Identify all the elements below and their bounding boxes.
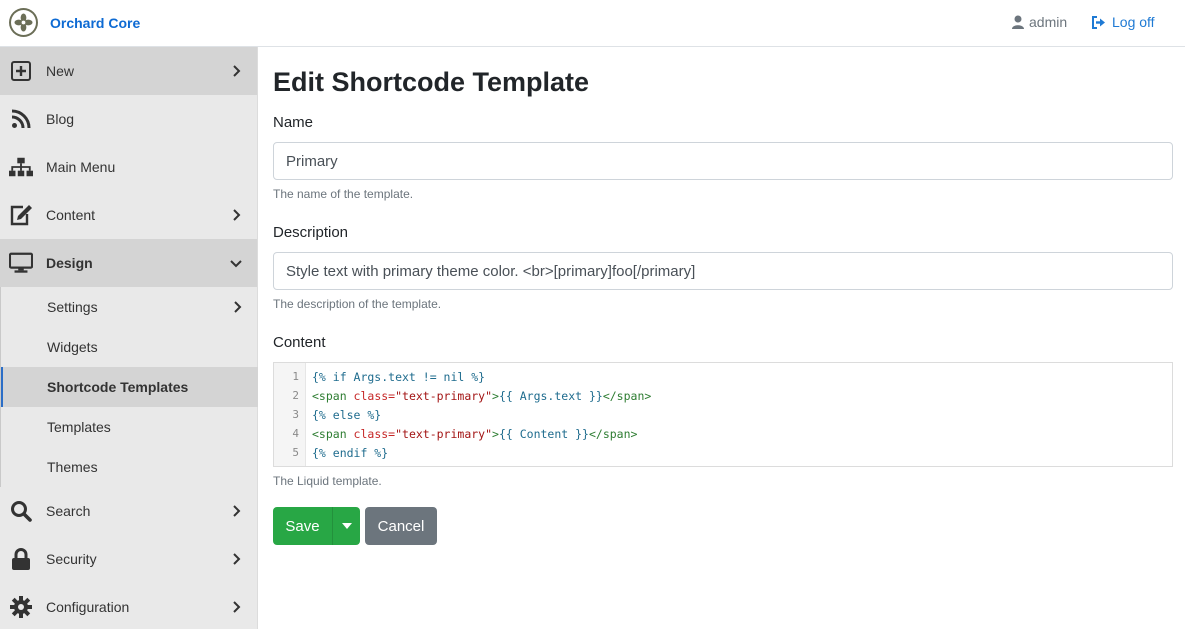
liquid-code-editor[interactable]: 1 2 3 4 5 {% if Args.text != nil %} <spa… [273, 362, 1173, 467]
code-line: {% if Args.text != nil %} [312, 370, 486, 384]
sidebar-item-blog[interactable]: Blog [0, 95, 257, 143]
sidebar-item-content[interactable]: Content [0, 191, 257, 239]
code-line: <span class="text-primary">{{ Content }}… [312, 427, 637, 441]
code-line: {% endif %} [312, 446, 389, 460]
code-token: > [492, 389, 499, 403]
code-token: > [492, 427, 499, 441]
line-number: 5 [292, 446, 299, 459]
description-label: Description [273, 224, 349, 241]
sidebar-subitem-settings[interactable]: Settings [1, 287, 258, 327]
sidebar-subitem-label: Settings [47, 299, 98, 315]
line-number: 3 [292, 408, 299, 421]
top-navbar: Orchard Core admin Log off [0, 0, 1185, 47]
chevron-right-icon [230, 505, 242, 517]
orchard-logo-icon [9, 8, 38, 37]
caret-down-icon [341, 523, 352, 529]
code-token: class= [353, 389, 396, 403]
code-token: {{ Args.text }} [498, 389, 603, 403]
design-submenu: Settings Widgets Shortcode Templates Tem… [0, 287, 258, 487]
line-number: 1 [292, 370, 299, 383]
description-hint: The description of the template. [273, 297, 442, 311]
content-hint: The Liquid template. [273, 474, 382, 488]
sidebar-subitem-label: Shortcode Templates [47, 379, 189, 395]
logoff-label: Log off [1112, 14, 1155, 30]
sidebar-subitem-label: Templates [47, 419, 111, 435]
chevron-right-icon [231, 301, 243, 313]
user-menu[interactable]: admin [1012, 14, 1067, 30]
sidebar-item-search[interactable]: Search [0, 487, 257, 535]
code-token: </span> [588, 427, 638, 441]
gear-icon [9, 595, 33, 619]
chevron-right-icon [230, 553, 242, 565]
sidebar-item-label: Search [46, 503, 91, 519]
save-options-dropdown-button[interactable] [332, 507, 360, 545]
chevron-right-icon [230, 65, 242, 77]
sidebar-item-security[interactable]: Security [0, 535, 257, 583]
plus-square-icon [9, 59, 33, 83]
sidebar-item-main-menu[interactable]: Main Menu [0, 143, 257, 191]
sidebar-subitem-templates[interactable]: Templates [1, 407, 258, 447]
sidebar-item-label: Security [46, 551, 97, 567]
user-name: admin [1029, 14, 1068, 30]
code-token: <span [312, 389, 354, 403]
save-button[interactable]: Save [273, 507, 332, 545]
description-input[interactable] [273, 252, 1173, 290]
sidebar-item-label: Configuration [46, 599, 130, 615]
search-icon [9, 499, 33, 523]
sidebar-item-label: Design [46, 255, 93, 271]
code-line: {% else %} [312, 408, 382, 422]
code-line: <span class="text-primary">{{ Args.text … [312, 389, 651, 403]
page-title: Edit Shortcode Template [273, 67, 590, 97]
rss-icon [9, 107, 33, 131]
admin-sidebar: New Blog Main Menu Content Design Settin… [0, 47, 258, 629]
sidebar-subitem-label: Themes [47, 459, 98, 475]
code-token: "text-primary" [395, 389, 493, 403]
sidebar-subitem-widgets[interactable]: Widgets [1, 327, 258, 367]
sidebar-item-design[interactable]: Design [0, 239, 257, 287]
cancel-button[interactable]: Cancel [365, 507, 437, 545]
line-number: 4 [292, 427, 299, 440]
sidebar-subitem-themes[interactable]: Themes [1, 447, 258, 487]
chevron-right-icon [230, 601, 242, 613]
name-label: Name [273, 114, 314, 131]
sitemap-icon [9, 155, 33, 179]
sidebar-subitem-shortcode-templates[interactable]: Shortcode Templates [1, 367, 258, 407]
code-token: {{ Content }} [498, 427, 589, 441]
chevron-right-icon [230, 209, 242, 221]
code-token: class= [353, 427, 396, 441]
line-number-gutter: 1 2 3 4 5 [274, 363, 306, 466]
logoff-link[interactable]: Log off [1092, 14, 1155, 30]
code-token: <span [312, 427, 354, 441]
edit-icon [9, 203, 33, 227]
sidebar-item-label: Main Menu [46, 159, 116, 175]
content-label: Content [273, 334, 326, 351]
sidebar-item-new[interactable]: New [0, 47, 257, 95]
brand[interactable]: Orchard Core [9, 8, 140, 37]
name-hint: The name of the template. [273, 187, 414, 201]
brand-name: Orchard Core [50, 14, 141, 31]
code-token: </span> [602, 389, 652, 403]
user-icon [1012, 15, 1024, 29]
sidebar-item-label: Blog [46, 111, 75, 127]
sidebar-item-label: New [46, 63, 75, 79]
sidebar-subitem-label: Widgets [47, 339, 98, 355]
sidebar-item-configuration[interactable]: Configuration [0, 583, 257, 631]
sidebar-item-label: Content [46, 207, 96, 223]
code-token: "text-primary" [395, 427, 493, 441]
lock-icon [9, 547, 33, 571]
name-input[interactable] [273, 142, 1173, 180]
chevron-down-icon [230, 257, 242, 269]
sign-out-icon [1092, 15, 1105, 29]
line-number: 2 [292, 389, 299, 402]
desktop-icon [9, 251, 33, 275]
